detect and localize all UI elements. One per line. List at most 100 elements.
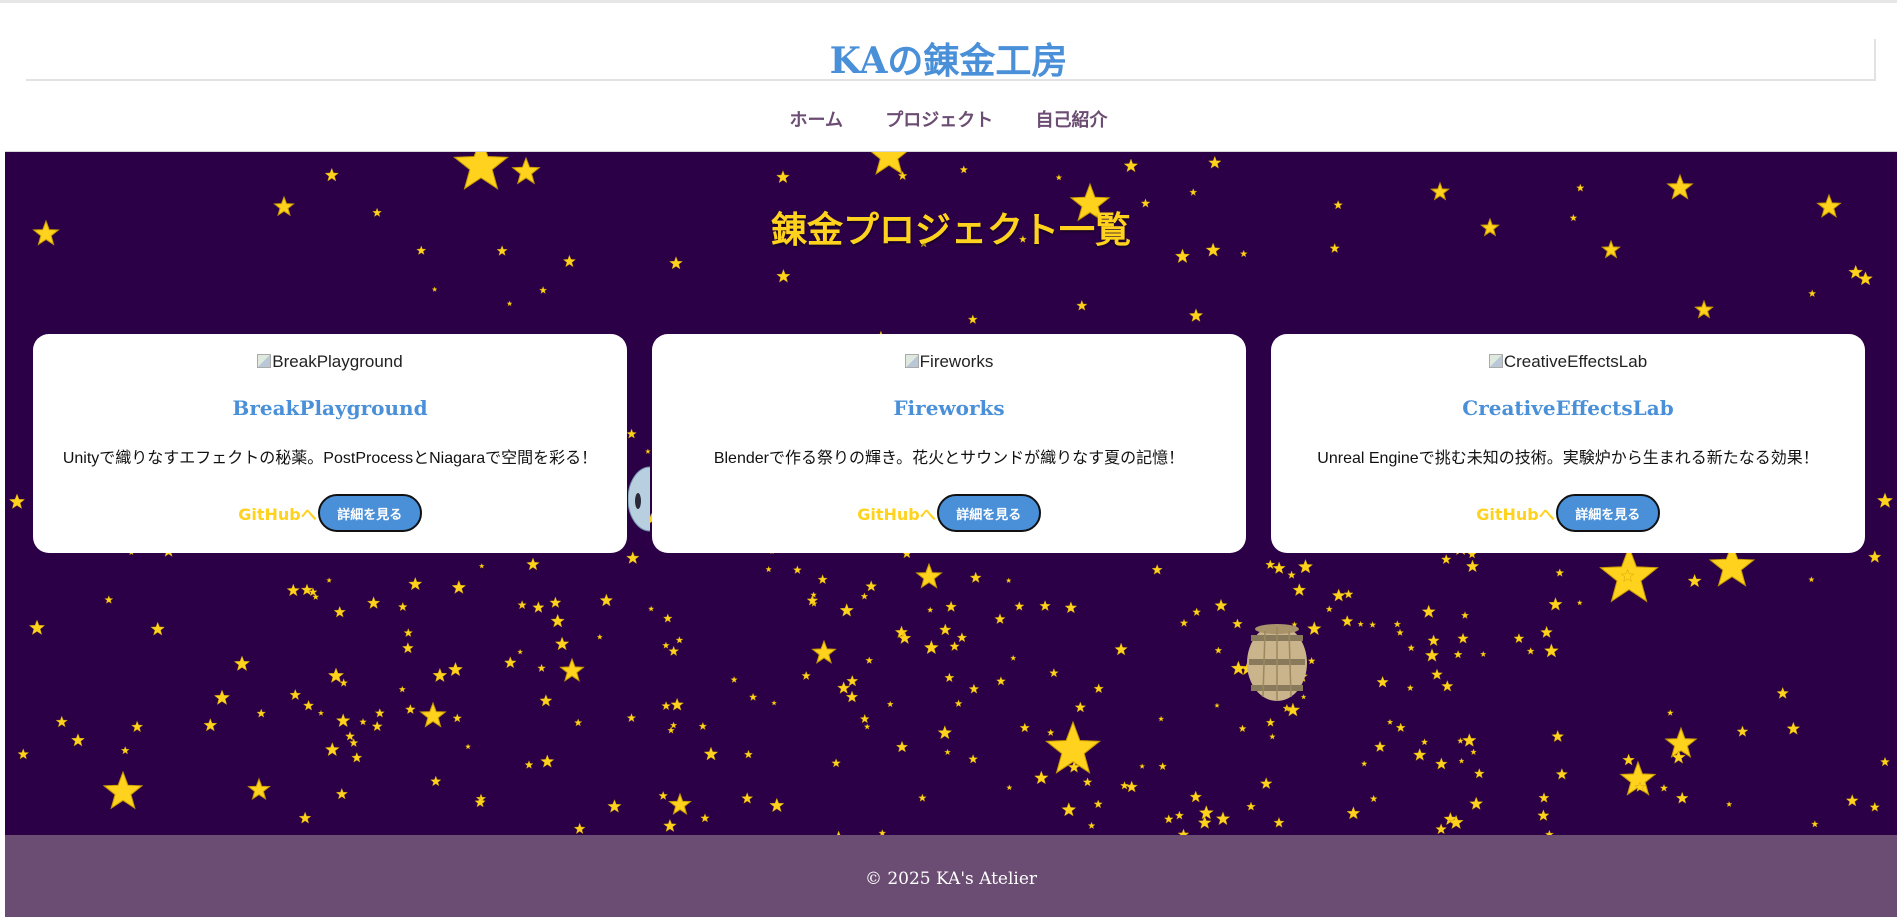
star-icon	[1188, 308, 1204, 322]
star-icon	[968, 754, 979, 764]
star-icon	[1049, 667, 1059, 678]
detail-button[interactable]: 詳細を見る	[936, 494, 1041, 532]
star-icon	[70, 733, 85, 747]
star-icon	[644, 448, 651, 455]
star-icon	[1246, 801, 1256, 811]
star-icon	[366, 596, 381, 609]
broken-image-icon	[904, 354, 919, 368]
star-icon	[451, 580, 467, 594]
star-icon	[312, 593, 320, 601]
star-icon	[104, 595, 114, 604]
star-icon	[1357, 620, 1364, 627]
star-icon	[539, 694, 553, 707]
star-icon	[863, 723, 871, 730]
star-icon	[1082, 777, 1093, 787]
star-icon	[524, 760, 534, 769]
star-icon	[1179, 618, 1189, 627]
star-icon	[662, 613, 673, 623]
project-image: Fireworks	[652, 352, 1246, 372]
star-icon	[663, 818, 677, 832]
star-icon	[1189, 790, 1203, 803]
star-icon	[1061, 802, 1077, 817]
star-icon	[954, 699, 963, 708]
star-icon	[430, 775, 442, 787]
star-icon	[1808, 576, 1815, 583]
star-icon	[1307, 656, 1316, 665]
star-icon	[1268, 733, 1276, 740]
star-icon	[1039, 599, 1051, 612]
star-icon	[846, 674, 859, 687]
nav-about[interactable]: 自己紹介	[1036, 110, 1108, 131]
star-icon	[419, 701, 447, 728]
star-icon	[1440, 553, 1452, 565]
star-icon	[810, 591, 818, 598]
star-icon	[1158, 761, 1168, 771]
star-icon	[1666, 173, 1694, 200]
star-icon	[1055, 174, 1063, 181]
star-icon	[1396, 628, 1404, 636]
star-icon	[743, 749, 754, 759]
star-icon	[371, 720, 383, 732]
star-icon	[1215, 811, 1231, 826]
star-icon	[1869, 801, 1881, 812]
star-icon	[335, 713, 351, 728]
github-link[interactable]: GitHubへ	[238, 501, 317, 525]
nav-projects[interactable]: プロジェクト	[885, 110, 993, 131]
star-icon	[1325, 605, 1334, 613]
star-icon	[1331, 588, 1346, 602]
star-icon	[647, 605, 655, 612]
nav-home[interactable]: ホーム	[789, 110, 842, 131]
star-icon	[698, 721, 708, 731]
github-link[interactable]: GitHubへ	[857, 501, 936, 525]
star-icon	[776, 170, 790, 184]
detail-button[interactable]: 詳細を見る	[317, 494, 422, 532]
star-icon	[669, 721, 678, 729]
star-icon	[769, 797, 785, 813]
star-icon	[503, 656, 517, 669]
star-icon	[1421, 604, 1436, 618]
star-icon	[959, 165, 969, 174]
star-icon	[573, 822, 586, 835]
star-icon	[1208, 155, 1222, 169]
star-icon	[661, 700, 671, 711]
section-title: 錬金プロジェクト一覧	[770, 210, 1131, 251]
star-icon	[333, 605, 346, 618]
star-icon	[837, 681, 851, 694]
projects-section: 錬金プロジェクト一覧 BreakPlayground BreakPlaygrou…	[5, 151, 1897, 836]
star-icon	[607, 799, 622, 813]
star-icon	[405, 703, 416, 715]
star-icon	[1306, 621, 1322, 636]
main-nav: ホーム プロジェクト 自己紹介	[0, 106, 1897, 132]
star-icon	[1287, 570, 1297, 579]
star-icon	[938, 623, 952, 636]
detail-button[interactable]: 詳細を見る	[1555, 494, 1660, 532]
star-icon	[517, 600, 527, 610]
star-icon	[1434, 757, 1448, 770]
copyright-text: © 2025 KA's Atelier	[864, 869, 1038, 889]
site-title[interactable]: KAの錬金工房	[0, 37, 1897, 85]
project-actions: GitHubへ 詳細を見る	[652, 494, 1246, 532]
star-icon	[511, 156, 541, 185]
star-icon	[1879, 756, 1891, 767]
star-icon	[703, 746, 719, 761]
project-image: CreativeEffectsLab	[1271, 352, 1865, 372]
star-icon	[1174, 810, 1185, 820]
site-footer: © 2025 KA's Atelier	[5, 835, 1897, 917]
star-icon	[1473, 767, 1485, 779]
star-icon	[839, 603, 854, 617]
star-icon	[327, 667, 345, 683]
star-icon	[1857, 271, 1873, 286]
star-icon	[675, 636, 684, 644]
star-icon	[626, 713, 637, 723]
star-icon	[1453, 649, 1463, 659]
star-icon	[1074, 701, 1087, 713]
github-link[interactable]: GitHubへ	[1476, 501, 1555, 525]
star-icon	[1876, 492, 1894, 508]
star-icon	[1457, 632, 1469, 644]
star-icon	[1430, 181, 1450, 201]
star-icon	[968, 683, 980, 694]
star-icon	[596, 633, 603, 640]
star-icon	[944, 672, 955, 683]
star-icon	[1297, 558, 1314, 574]
star-icon	[945, 600, 957, 612]
